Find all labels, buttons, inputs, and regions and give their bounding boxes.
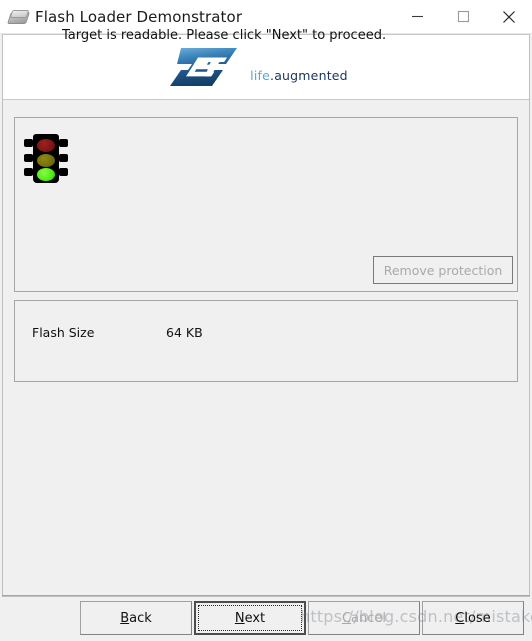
st-logo-icon — [168, 45, 240, 89]
window-controls — [394, 0, 532, 33]
minimize-icon — [411, 15, 423, 18]
flash-size-value: 64 KB — [166, 325, 203, 340]
next-label: ext — [244, 610, 266, 626]
cancel-label: ancel — [351, 610, 387, 626]
flash-size-label: Flash Size — [32, 325, 95, 340]
traffic-light-green — [37, 168, 55, 181]
back-mnemonic: B — [120, 610, 130, 626]
next-mnemonic: N — [234, 610, 245, 626]
flash-size-panel — [14, 300, 518, 382]
brand-header: life.augmented — [2, 34, 530, 100]
close-label: lose — [464, 610, 491, 626]
tagline-life: life — [250, 68, 271, 83]
footer-divider — [2, 595, 530, 596]
next-button[interactable]: Next — [194, 601, 306, 635]
maximize-icon — [457, 10, 469, 23]
traffic-light-icon — [24, 134, 68, 184]
back-label: ack — [129, 610, 152, 626]
close-dialog-button[interactable]: Close — [422, 601, 524, 635]
traffic-light-yellow — [37, 154, 55, 167]
back-button[interactable]: Back — [80, 601, 192, 635]
remove-protection-button[interactable]: Remove protection — [373, 256, 513, 284]
cancel-button[interactable]: Cancel — [308, 601, 420, 635]
cancel-mnemonic: C — [341, 610, 352, 626]
minimize-button[interactable] — [394, 0, 440, 33]
status-message: Target is readable. Please click "Next" … — [62, 28, 387, 43]
chip-icon — [7, 6, 30, 28]
flash-loader-window: Flash Loader Demonstrator life.augmented… — [0, 0, 532, 641]
st-tagline: life.augmented — [250, 68, 348, 83]
st-logo-group: life.augmented — [168, 45, 348, 89]
window-title: Flash Loader Demonstrator — [35, 7, 243, 26]
close-icon — [503, 10, 515, 23]
window-close-button[interactable] — [486, 0, 532, 33]
traffic-light-red — [37, 139, 55, 152]
close-mnemonic: C — [455, 610, 465, 626]
tagline-augmented: .augmented — [270, 68, 348, 83]
maximize-button[interactable] — [440, 0, 486, 33]
